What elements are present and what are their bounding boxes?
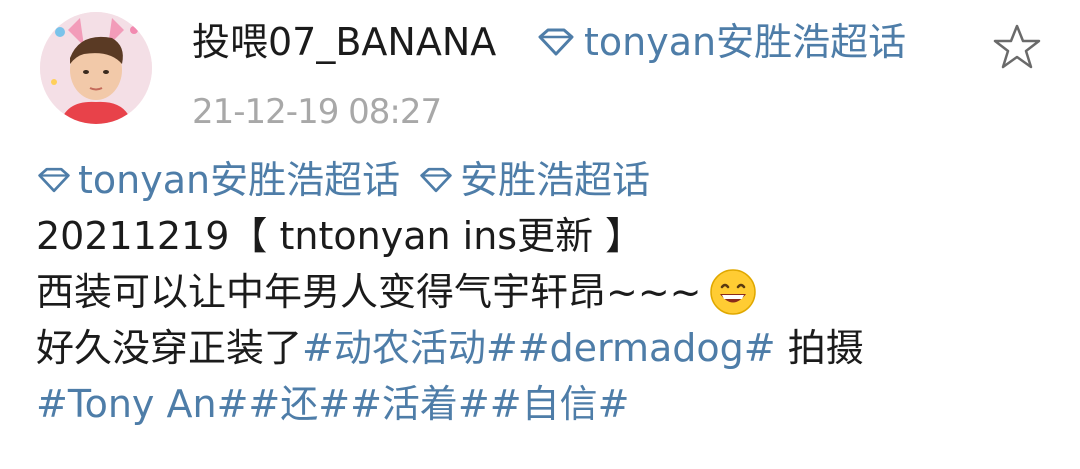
topic-link-1-label: tonyan安胜浩超话 [78, 158, 401, 202]
post-text-line-5: #Tony An##还##活着##自信# [36, 376, 1066, 432]
post-text-line-3: 西装可以让中年男人变得气宇轩昂~~~ [36, 264, 1066, 320]
post-timestamp: 21-12-19 08:27 [192, 92, 442, 132]
post-text-line-4-prefix: 好久没穿正装了 [36, 326, 303, 370]
hashtag-links-2[interactable]: #Tony An##还##活着##自信# [36, 380, 629, 428]
avatar[interactable] [40, 12, 152, 124]
topic-link-2[interactable]: 安胜浩超话 [418, 156, 650, 204]
diamond-icon [538, 28, 574, 56]
topic-line: tonyan安胜浩超话 安胜浩超话 [36, 152, 1066, 208]
topic-link-2-label: 安胜浩超话 [460, 158, 651, 202]
diamond-icon [420, 167, 452, 193]
username[interactable]: 投喂07_BANANA [192, 18, 496, 66]
hashtag-links-1[interactable]: #动农活动##dermadog# [302, 324, 776, 372]
post-text-line-4: 好久没穿正装了 #动农活动##dermadog# 拍摄 [36, 320, 1066, 376]
source-supertopic-link[interactable]: tonyan安胜浩超话 [536, 18, 906, 66]
post-text-line-3-text: 西装可以让中年男人变得气宇轩昂~~~ [36, 270, 702, 314]
topic-link-1[interactable]: tonyan安胜浩超话 [36, 156, 400, 204]
post-text-line-4-suffix: 拍摄 [775, 326, 864, 370]
post-content: tonyan安胜浩超话 安胜浩超话 20211219【 tntonyan ins… [36, 152, 1066, 432]
grinning-emoji [709, 269, 756, 315]
diamond-icon [38, 167, 70, 193]
source-label: tonyan安胜浩超话 [584, 20, 907, 64]
post-text-line-2: 20211219【 tntonyan ins更新 】 [36, 214, 644, 258]
star-outline-icon[interactable] [990, 22, 1044, 72]
